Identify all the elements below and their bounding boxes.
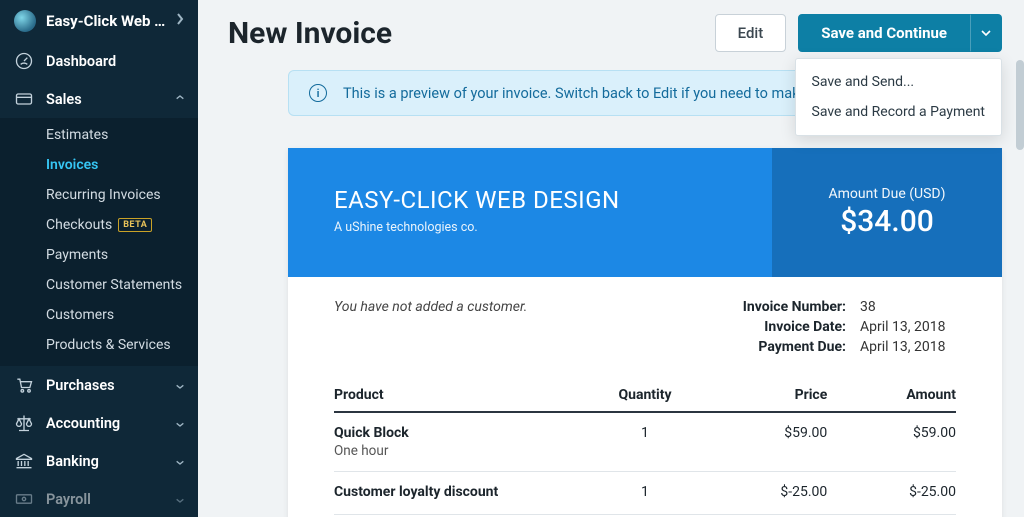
info-icon: i: [309, 84, 327, 102]
line-price: $-25.00: [699, 484, 828, 502]
header-actions: Edit Save and Continue: [715, 14, 1002, 52]
page-title: New Invoice: [228, 16, 392, 51]
sidebar-item-payments[interactable]: Payments: [0, 240, 198, 270]
amount-due-value: $34.00: [840, 204, 934, 239]
col-product: Product: [334, 387, 591, 403]
sidebar-item-customers[interactable]: Customers: [0, 300, 198, 330]
nav-label: Payments: [46, 247, 108, 263]
invoice-tagline: A uShine technologies co.: [334, 220, 752, 235]
save-and-send-option[interactable]: Save and Send...: [796, 67, 1001, 97]
nav-label: Products & Services: [46, 337, 171, 353]
money-icon: [14, 489, 34, 509]
sidebar-item-estimates[interactable]: Estimates: [0, 120, 198, 150]
table-row: Customer loyalty discount 1 $-25.00 $-25…: [334, 472, 956, 515]
line-price: $59.00: [699, 425, 828, 459]
logo-icon: [14, 10, 36, 32]
chevron-up-icon: [176, 91, 184, 108]
meta-label: Invoice Date:: [706, 319, 846, 335]
bank-icon: [14, 451, 34, 471]
nav-label: Checkouts: [46, 217, 112, 233]
invoice-company-name: EASY-CLICK WEB DESIGN: [334, 186, 752, 214]
save-dropdown-menu: Save and Send... Save and Record a Payme…: [795, 58, 1002, 136]
save-and-record-payment-option[interactable]: Save and Record a Payment: [796, 97, 1001, 127]
nav-label: Dashboard: [46, 53, 116, 70]
amount-due-box: Amount Due (USD) $34.00: [772, 148, 1002, 277]
line-amount: $59.00: [827, 425, 956, 459]
page-header: New Invoice Edit Save and Continue: [228, 14, 1002, 52]
line-desc: One hour: [334, 443, 591, 459]
invoice-line-items: Product Quantity Price Amount Quick Bloc…: [288, 365, 1002, 517]
save-split-button: Save and Continue: [798, 14, 1002, 52]
line-qty: 1: [591, 425, 698, 459]
sidebar-item-dashboard[interactable]: Dashboard: [0, 42, 198, 80]
sidebar-item-payroll[interactable]: Payroll: [0, 480, 198, 517]
sidebar-item-recurring-invoices[interactable]: Recurring Invoices: [0, 180, 198, 210]
line-name: Quick Block: [334, 425, 591, 441]
card-icon: [14, 89, 34, 109]
gauge-icon: [14, 51, 34, 71]
meta-label: Invoice Number:: [706, 299, 846, 315]
col-amount: Amount: [827, 387, 956, 403]
banner-text: This is a preview of your invoice. Switc…: [343, 85, 869, 102]
chevron-down-icon: [176, 491, 184, 508]
nav-label: Sales: [46, 91, 82, 108]
scrollbar[interactable]: [1016, 60, 1024, 150]
line-qty: 1: [591, 484, 698, 502]
col-price: Price: [699, 387, 828, 403]
caret-down-icon: [981, 30, 991, 36]
nav-label: Invoices: [46, 157, 98, 173]
save-and-continue-button[interactable]: Save and Continue: [798, 14, 970, 52]
sales-submenu: Estimates Invoices Recurring Invoices Ch…: [0, 118, 198, 366]
sidebar-item-purchases[interactable]: Purchases: [0, 366, 198, 404]
invoice-hero: EASY-CLICK WEB DESIGN A uShine technolog…: [288, 148, 1002, 277]
nav-label: Purchases: [46, 377, 115, 394]
sidebar-item-banking[interactable]: Banking: [0, 442, 198, 480]
no-customer-note: You have not added a customer.: [334, 299, 527, 359]
beta-badge: BETA: [118, 218, 152, 232]
company-name: Easy-Click Web De…: [46, 12, 170, 30]
meta-label: Payment Due:: [706, 339, 846, 355]
sidebar-item-sales[interactable]: Sales: [0, 80, 198, 118]
nav-label: Customer Statements: [46, 277, 182, 293]
chevron-right-icon: [176, 13, 184, 29]
chevron-down-icon: [176, 377, 184, 394]
sidebar-item-invoices[interactable]: Invoices: [0, 150, 198, 180]
invoice-meta: You have not added a customer. Invoice N…: [288, 277, 1002, 365]
meta-value: April 13, 2018: [846, 319, 956, 335]
nav-label: Payroll: [46, 491, 91, 508]
meta-row: Invoice Number:38: [706, 299, 956, 315]
table-header: Product Quantity Price Amount: [334, 375, 956, 413]
nav-label: Banking: [46, 453, 99, 470]
meta-row: Payment Due:April 13, 2018: [706, 339, 956, 355]
nav-label: Recurring Invoices: [46, 187, 161, 203]
chevron-down-icon: [176, 415, 184, 432]
sidebar-item-checkouts[interactable]: Checkouts BETA: [0, 210, 198, 240]
sidebar-item-products-services[interactable]: Products & Services: [0, 330, 198, 360]
cart-icon: [14, 375, 34, 395]
line-amount: $-25.00: [827, 484, 956, 502]
nav-label: Accounting: [46, 415, 120, 432]
col-quantity: Quantity: [591, 387, 698, 403]
main-content: New Invoice Edit Save and Continue Save …: [198, 0, 1024, 517]
nav-label: Estimates: [46, 127, 108, 143]
meta-value: 38: [846, 299, 956, 315]
edit-button[interactable]: Edit: [715, 14, 787, 52]
line-name: Customer loyalty discount: [334, 484, 591, 500]
scale-icon: [14, 413, 34, 433]
nav-label: Customers: [46, 307, 114, 323]
invoice-preview: EASY-CLICK WEB DESIGN A uShine technolog…: [288, 148, 1002, 517]
sidebar-item-customer-statements[interactable]: Customer Statements: [0, 270, 198, 300]
sidebar-item-accounting[interactable]: Accounting: [0, 404, 198, 442]
table-row: Quick Block One hour 1 $59.00 $59.00: [334, 413, 956, 472]
company-switcher[interactable]: Easy-Click Web De…: [0, 0, 198, 42]
meta-row: Invoice Date:April 13, 2018: [706, 319, 956, 335]
save-dropdown-toggle[interactable]: [970, 14, 1002, 52]
amount-due-label: Amount Due (USD): [829, 186, 946, 202]
chevron-down-icon: [176, 453, 184, 470]
meta-value: April 13, 2018: [846, 339, 956, 355]
sidebar: Easy-Click Web De… Dashboard Sales Estim…: [0, 0, 198, 517]
